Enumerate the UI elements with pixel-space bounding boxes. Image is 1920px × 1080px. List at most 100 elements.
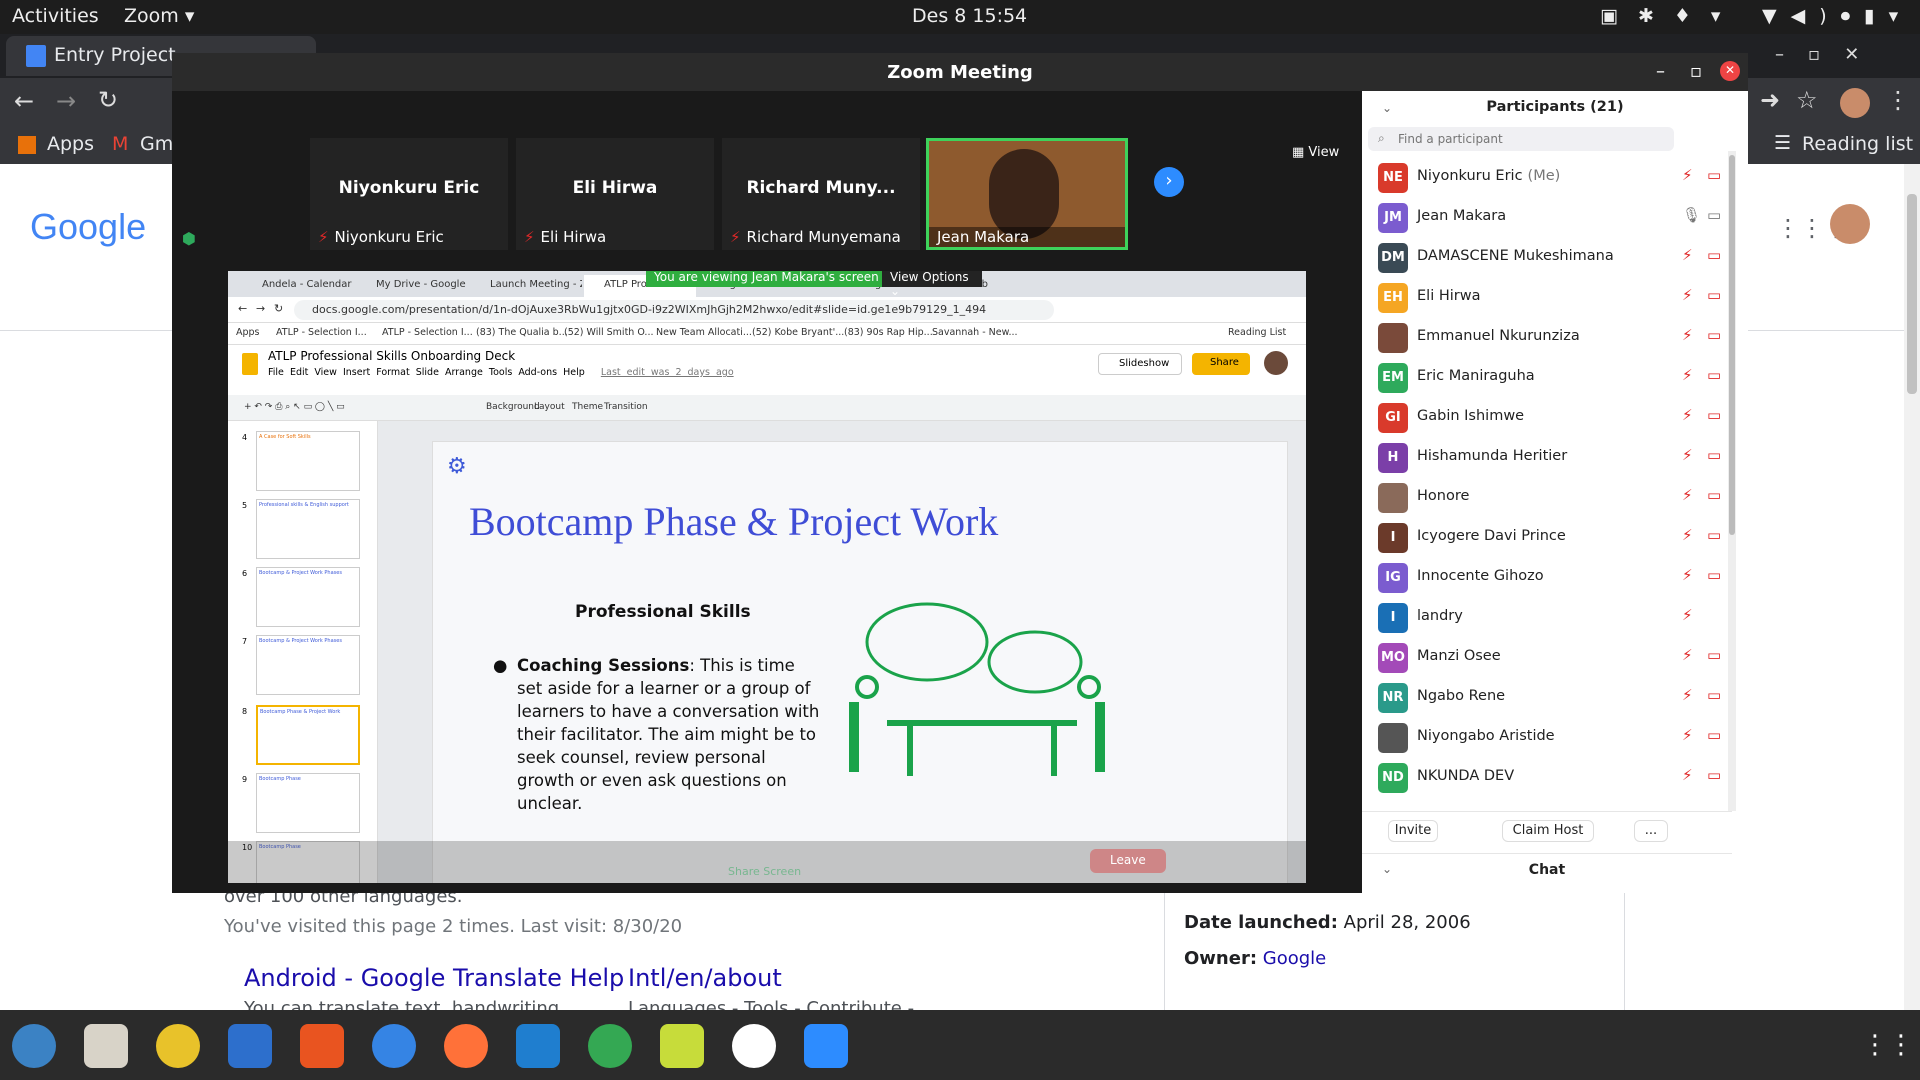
claim-host-button[interactable]: Claim Host (1502, 820, 1594, 842)
video-tile-jean-makara[interactable]: Jean Makara (926, 138, 1128, 250)
menu-insert[interactable]: Insert (343, 367, 370, 378)
shared-bookmark[interactable]: Apps (236, 327, 260, 338)
forward-icon[interactable]: → (256, 302, 265, 315)
doc-title[interactable]: ATLP Professional Skills Onboarding Deck (268, 349, 515, 363)
thumbnail-slide[interactable]: A Case for Soft Skills (256, 431, 360, 491)
system-status-icons[interactable]: ▼◀)⏺▮▾ (1762, 5, 1912, 27)
participants-scrollbar[interactable] (1728, 151, 1736, 811)
shared-bookmark[interactable]: ATLP - Selection I... (382, 327, 473, 338)
google-logo[interactable]: Google (30, 206, 146, 248)
scrollbar-thumb[interactable] (1729, 155, 1735, 535)
participant-row[interactable]: JM Jean Makara 🎙 ▭ (1362, 197, 1732, 237)
profile-avatar[interactable] (1840, 88, 1870, 118)
search-input[interactable] (1398, 130, 1658, 148)
thumbnail-slide[interactable]: Bootcamp & Project Work Phases (256, 567, 360, 627)
menu-file[interactable]: File (268, 367, 284, 378)
chrome-menu-icon[interactable]: ⋮ (1886, 86, 1910, 114)
result-link-android-help[interactable]: Android - Google Translate Help (244, 964, 624, 992)
thumbnail-slide[interactable]: Professional skills & English support (256, 499, 360, 559)
zoom-icon[interactable] (804, 1024, 848, 1068)
participant-row[interactable]: I Icyogere Davi Prince ⚡ ▭ (1362, 517, 1732, 557)
invite-button[interactable]: Invite (1388, 820, 1438, 842)
back-icon[interactable]: ← (14, 87, 34, 115)
software-center-icon[interactable] (300, 1024, 344, 1068)
share-arrow-icon[interactable]: ➜ (1760, 86, 1780, 114)
participant-row[interactable]: NE Niyonkuru Eric (Me) ⚡ ▭ (1362, 157, 1732, 197)
reload-icon[interactable]: ↻ (98, 86, 118, 114)
participant-row[interactable]: EM Eric Maniraguha ⚡ ▭ (1362, 357, 1732, 397)
google-account-avatar[interactable] (1830, 204, 1870, 244)
menu-addons[interactable]: Add-ons (518, 367, 557, 378)
forward-icon[interactable]: → (56, 87, 76, 115)
bookmark-apps[interactable]: Apps (47, 133, 94, 155)
tray-icons[interactable]: ▣✱♦▾ (1600, 5, 1740, 27)
help-icon[interactable] (372, 1024, 416, 1068)
participant-row[interactable]: H Hishamunda Heritier ⚡ ▭ (1362, 437, 1732, 477)
avatar[interactable] (1264, 351, 1288, 375)
minimize-icon[interactable]: – (1656, 61, 1665, 82)
menu-tools[interactable]: Tools (489, 367, 512, 378)
menu-view[interactable]: View (314, 367, 337, 378)
menu-slide[interactable]: Slide (416, 367, 439, 378)
toolbar-layout[interactable]: Layout (534, 402, 565, 412)
toolbar-transition[interactable]: Transition (604, 402, 648, 412)
participant-row[interactable]: IG Innocente Gihozo ⚡ ▭ (1362, 557, 1732, 597)
participant-row[interactable]: Honore ⚡ ▭ (1362, 477, 1732, 517)
menu-format[interactable]: Format (376, 367, 409, 378)
participant-row[interactable]: Niyongabo Aristide ⚡ ▭ (1362, 717, 1732, 757)
view-button[interactable]: ▦ View (1292, 145, 1339, 160)
participant-tile[interactable]: Niyonkuru Eric ⚡ Niyonkuru Eric (310, 138, 508, 250)
activities-button[interactable]: Activities (12, 5, 99, 27)
vscode-icon[interactable] (516, 1024, 560, 1068)
share-screen-button[interactable]: Share Screen (728, 865, 801, 878)
shared-bookmark[interactable]: ATLP - Selection I... (276, 327, 367, 338)
shared-bookmark[interactable]: (52) Will Smith O... (564, 327, 654, 338)
participant-tile[interactable]: Eli Hirwa ⚡ Eli Hirwa (516, 138, 714, 250)
more-button[interactable]: ... (1634, 820, 1668, 842)
thunderbird-icon[interactable] (12, 1024, 56, 1068)
participant-row[interactable]: Ilandry ⚡ (1362, 597, 1732, 637)
clock[interactable]: Des 8 15:54 (912, 5, 1027, 27)
slideshow-button[interactable]: Slideshow (1098, 353, 1182, 375)
back-icon[interactable]: ← (238, 302, 247, 315)
star-icon[interactable]: ☆ (1796, 86, 1818, 114)
zoom-app-menu[interactable]: Zoom ▾ (124, 5, 194, 27)
menu-arrange[interactable]: Arrange (445, 367, 483, 378)
participant-tile[interactable]: Richard Muny... ⚡ Richard Munyemana (722, 138, 920, 250)
files-icon[interactable] (84, 1024, 128, 1068)
shared-bookmark[interactable]: New Team Allocati... (656, 327, 752, 338)
slide[interactable]: ⚙ Bootcamp Phase & Project Work Professi… (432, 441, 1288, 883)
shared-bookmark-reading[interactable]: Reading List (1228, 327, 1286, 338)
writer-icon[interactable] (228, 1024, 272, 1068)
shared-bookmark[interactable]: (52) Kobe Bryant'... (752, 327, 844, 338)
menu-edit[interactable]: Edit (290, 367, 308, 378)
shared-screen[interactable]: Andela - Calendar - W My Drive - Google … (228, 271, 1306, 883)
result-link-intl-about[interactable]: Intl/en/about (628, 964, 782, 992)
participant-row[interactable]: Emmanuel Nkurunziza ⚡ ▭ (1362, 317, 1732, 357)
thumbnail-slide-selected[interactable]: Bootcamp Phase & Project Work (256, 705, 360, 765)
participant-row[interactable]: NR Ngabo Rene ⚡ ▭ (1362, 677, 1732, 717)
leave-button[interactable]: Leave (1090, 849, 1166, 873)
toolbar-theme[interactable]: Theme (572, 402, 603, 412)
toolbar-icons[interactable]: + ↶ ↷ ⎙ ⌕ ↖ ▭ ◯ ╲ ▭ (244, 402, 345, 412)
chat-header[interactable]: ⌄ Chat (1362, 853, 1732, 893)
reading-list-button[interactable]: Reading list (1802, 133, 1913, 155)
maximize-icon[interactable]: ▫ (1690, 61, 1702, 82)
menu-help[interactable]: Help (563, 367, 585, 378)
toolbar-background[interactable]: Background (486, 402, 540, 412)
shared-tab[interactable]: Launch Meeting - Zo (470, 275, 582, 297)
close-icon[interactable]: ✕ (1720, 61, 1740, 81)
share-button[interactable]: Share (1192, 353, 1250, 375)
view-options-button[interactable]: View Options ⌄ (882, 271, 982, 298)
reload-icon[interactable]: ↻ (274, 302, 283, 315)
participant-row[interactable]: EH Eli Hirwa ⚡ ▭ (1362, 277, 1732, 317)
shared-bookmark[interactable]: Savannah - New... (932, 327, 1018, 338)
shared-url[interactable]: docs.google.com/presentation/d/1n-dOjAux… (294, 300, 1054, 320)
next-page-icon[interactable]: › (1154, 167, 1184, 197)
last-edit-note[interactable]: Last edit was 2 days ago (601, 367, 734, 378)
slack-icon[interactable] (732, 1024, 776, 1068)
bookmark-gmail[interactable]: Gm (140, 133, 173, 155)
rhythmbox-icon[interactable] (156, 1024, 200, 1068)
shared-tab[interactable]: My Drive - Google Dr (356, 275, 468, 297)
scrollbar-thumb[interactable] (1907, 194, 1917, 394)
